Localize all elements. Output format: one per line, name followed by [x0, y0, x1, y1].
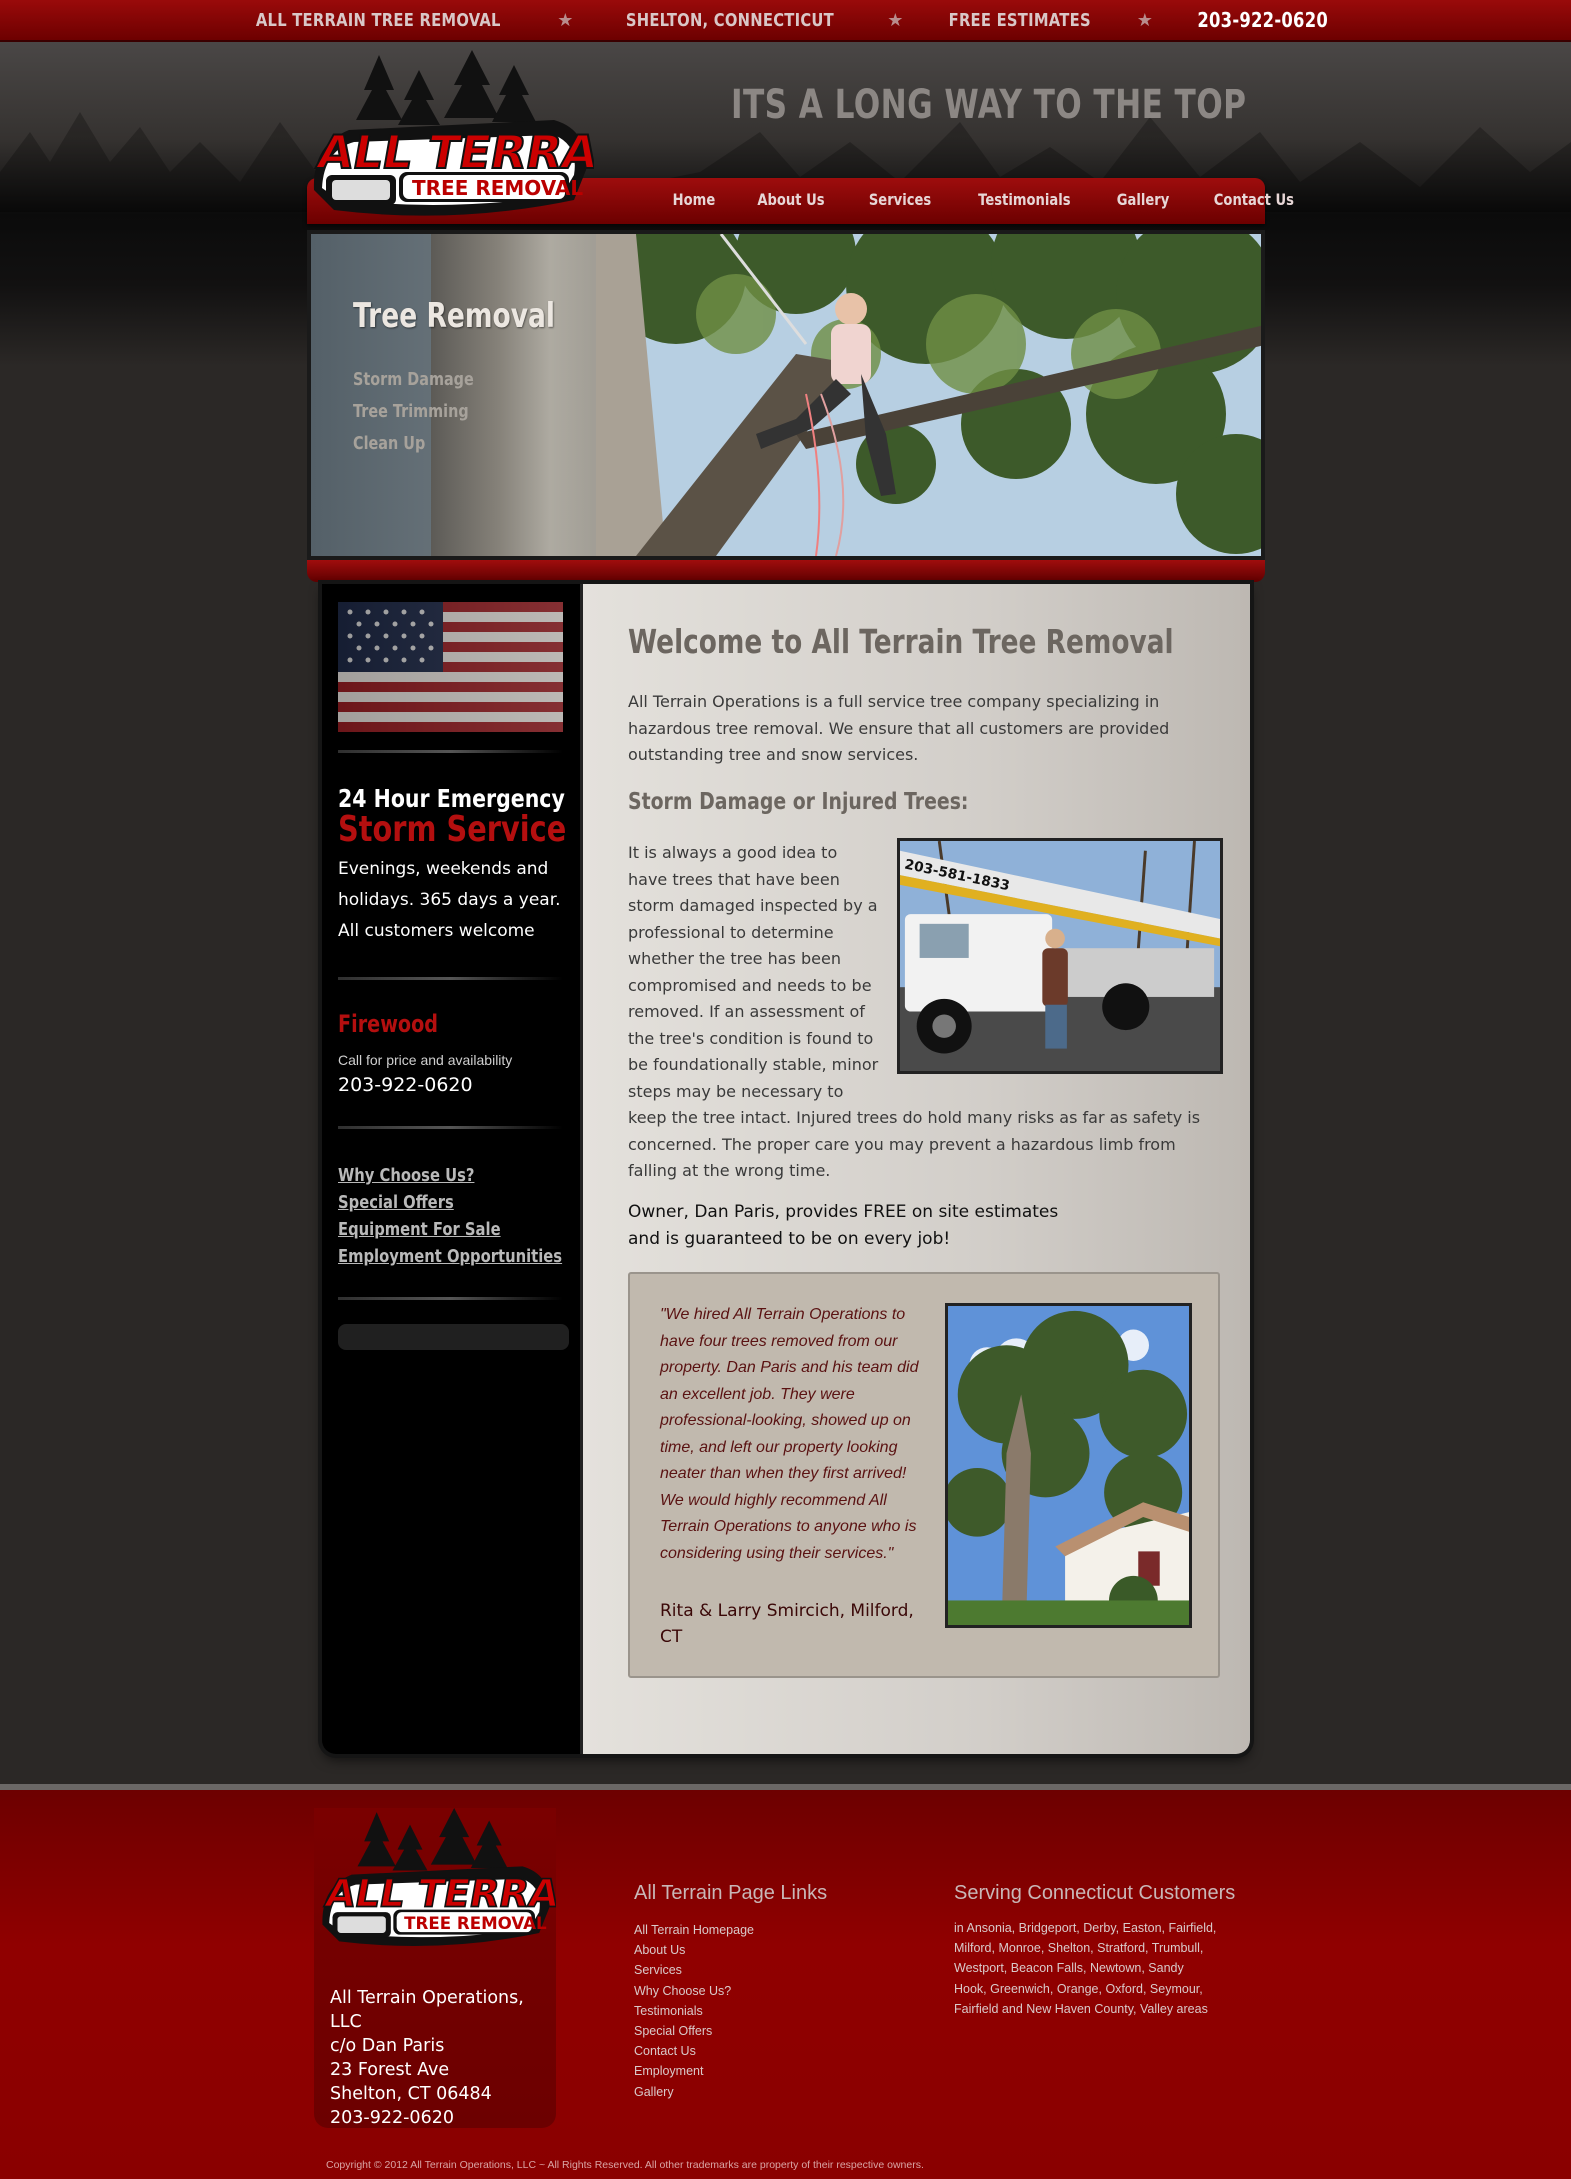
footer-link-homepage[interactable]: All Terrain Homepage	[634, 1920, 754, 1940]
hero-list-item: Tree Trimming	[353, 401, 469, 422]
storm-damage-section: 203-581-1833 It is always a good idea to…	[628, 838, 1223, 1185]
star-icon: ★	[557, 9, 574, 30]
nav-services[interactable]: Services	[869, 190, 931, 209]
footer-link-testimonials[interactable]: Testimonials	[634, 2001, 754, 2021]
hero-bottom-bar	[307, 560, 1265, 582]
bucket-truck-photo: 203-581-1833	[897, 838, 1223, 1074]
firewood-subtitle: Call for price and availability	[338, 1052, 513, 1068]
header-tagline: ITS A LONG WAY TO THE TOP	[731, 82, 1247, 128]
testimonial-author: Rita & Larry Smircich, Milford, CT	[660, 1601, 914, 1647]
company-logo[interactable]: ALL TERRAIN TREE REMOVAL	[304, 50, 594, 230]
sidebar-divider	[338, 977, 563, 980]
sidebar-link-special-offers[interactable]: Special Offers	[338, 1189, 562, 1216]
star-icon: ★	[1136, 9, 1153, 30]
storm-service-heading: Storm Service	[338, 809, 567, 850]
hero-list-item: Storm Damage	[353, 369, 474, 390]
footer-links: All Terrain Homepage About Us Services W…	[634, 1920, 754, 2102]
nav-gallery[interactable]: Gallery	[1116, 190, 1169, 209]
footer-serving-areas: in Ansonia, Bridgeport, Derby, Easton, F…	[954, 1921, 1217, 2016]
intro-paragraph: All Terrain Operations is a full service…	[628, 692, 1170, 764]
owner-statement: Owner, Dan Paris, provides FREE on site …	[628, 1199, 1218, 1253]
main-container: 24 Hour Emergency Storm Service Evenings…	[322, 584, 1250, 1754]
firewood-heading: Firewood	[338, 1010, 439, 1038]
address-phone[interactable]: 203-922-0620	[330, 2106, 550, 2130]
copyright-notice: Copyright © 2012 All Terrain Operations,…	[326, 2159, 924, 2171]
hero-service-list: Storm Damage Tree Trimming Clean Up	[353, 364, 504, 460]
sidebar-divider	[338, 750, 563, 753]
footer-link-about-us[interactable]: About Us	[634, 1940, 754, 1960]
star-icon: ★	[887, 9, 904, 30]
owner-line2: and is guaranteed to be on every job!	[628, 1229, 951, 1249]
topbar-offer: FREE ESTIMATES	[948, 9, 1092, 31]
american-flag-image	[338, 602, 563, 732]
hero-list-item: Clean Up	[353, 433, 426, 454]
tree-climber-photo	[596, 234, 1261, 556]
sidebar-link-why-choose-us[interactable]: Why Choose Us?	[338, 1162, 562, 1189]
footer-link-contact-us[interactable]: Contact Us	[634, 2041, 754, 2061]
footer-link-services[interactable]: Services	[634, 1960, 754, 1980]
sidebar-link-employment[interactable]: Employment Opportunities	[338, 1243, 562, 1270]
nav-home[interactable]: Home	[673, 190, 716, 209]
emergency-description: Evenings, weekends and holidays. 365 day…	[338, 859, 561, 941]
footer-link-employment[interactable]: Employment	[634, 2061, 754, 2081]
footer-address: All Terrain Operations, LLC c/o Dan Pari…	[330, 1986, 550, 2130]
footer-links-title: All Terrain Page Links	[634, 1882, 828, 1904]
main-content: Welcome to All Terrain Tree Removal All …	[580, 584, 1250, 1754]
footer-link-special-offers[interactable]: Special Offers	[634, 2021, 754, 2041]
sidebar: 24 Hour Emergency Storm Service Evenings…	[322, 584, 580, 1754]
logo-text-line2: TREE REMOVAL	[412, 176, 583, 200]
sidebar-divider	[338, 1297, 563, 1300]
footer-serving-title: Serving Connecticut Customers	[954, 1882, 1236, 1904]
address-line: 23 Forest Ave	[330, 2060, 450, 2080]
sidebar-links: Why Choose Us? Special Offers Equipment …	[338, 1162, 611, 1270]
logo-text-line1: ALL TERRAIN	[313, 125, 594, 179]
sidebar-divider	[338, 1126, 563, 1129]
footer-link-why-choose-us[interactable]: Why Choose Us?	[634, 1981, 754, 2001]
tree-house-photo	[945, 1303, 1192, 1628]
testimonial-box: "We hired All Terrain Operations to have…	[628, 1272, 1220, 1678]
address-line: Shelton, CT 06484	[330, 2084, 492, 2104]
main-navigation: Home About Us Services Testimonials Gall…	[668, 190, 1302, 209]
welcome-heading: Welcome to All Terrain Tree Removal	[628, 622, 1174, 661]
sidebar-empty-widget	[338, 1324, 569, 1350]
top-info-bar: ALL TERRAIN TREE REMOVAL ★ SHELTON, CONN…	[0, 0, 1571, 42]
topbar-company: ALL TERRAIN TREE REMOVAL	[255, 9, 501, 31]
topbar-phone[interactable]: 203-922-0620	[1197, 8, 1328, 32]
footer-logo-text-line1: ALL TERRAIN	[322, 1872, 556, 1917]
footer-logo-panel: ALL TERRAIN TREE REMOVAL All Terrain Ope…	[314, 1808, 556, 2128]
hero-banner: Tree Removal Storm Damage Tree Trimming …	[307, 230, 1265, 560]
firewood-phone[interactable]: 203-922-0620	[338, 1074, 473, 1096]
footer-link-gallery[interactable]: Gallery	[634, 2082, 754, 2102]
footer-company-logo[interactable]: ALL TERRAIN TREE REMOVAL	[314, 1808, 556, 1958]
footer: ALL TERRAIN TREE REMOVAL All Terrain Ope…	[0, 1790, 1571, 2179]
hero-title: Tree Removal	[353, 296, 555, 336]
nav-contact-us[interactable]: Contact Us	[1213, 190, 1293, 209]
footer-logo-text-line2: TREE REMOVAL	[404, 1914, 547, 1933]
storm-damage-heading: Storm Damage or Injured Trees:	[628, 789, 969, 815]
nav-about-us[interactable]: About Us	[757, 190, 824, 209]
testimonial-quote: "We hired All Terrain Operations to have…	[660, 1306, 919, 1562]
nav-testimonials[interactable]: Testimonials	[978, 190, 1070, 209]
topbar-location: SHELTON, CONNECTICUT	[626, 9, 835, 31]
owner-line1: Owner, Dan Paris, provides FREE on site …	[628, 1202, 1059, 1222]
sidebar-link-equipment-for-sale[interactable]: Equipment For Sale	[338, 1216, 562, 1243]
address-line: All Terrain Operations, LLC	[330, 1988, 524, 2032]
address-line: c/o Dan Paris	[330, 2036, 445, 2056]
